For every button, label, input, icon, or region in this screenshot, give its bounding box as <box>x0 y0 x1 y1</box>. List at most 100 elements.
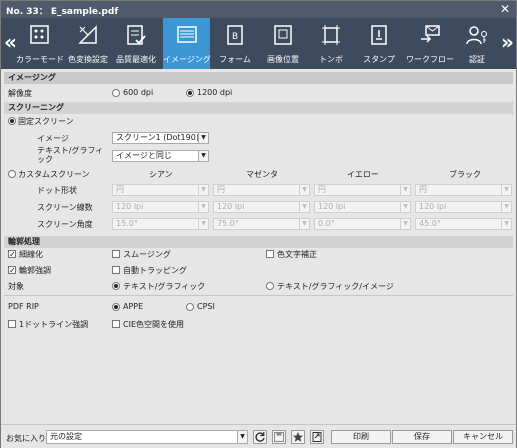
cie-checkbox[interactable] <box>112 320 120 328</box>
select-value: 円 <box>217 185 225 194</box>
save-favorite-button[interactable] <box>272 430 286 444</box>
favorites-value: 元の設定 <box>50 432 82 441</box>
angle-magenta-select[interactable]: 75.0° ▼ <box>213 218 310 230</box>
tab-image-position[interactable]: 画像位置 <box>259 18 307 69</box>
add-favorite-button[interactable] <box>291 430 305 444</box>
crop-marks-icon <box>322 25 340 45</box>
floppy-disk-icon <box>274 432 284 442</box>
one-dot-line-checkbox[interactable] <box>8 320 16 328</box>
refresh-button[interactable] <box>253 430 267 444</box>
fixed-screen-label: 固定スクリーン <box>18 117 74 126</box>
tab-form[interactable]: B フォーム <box>211 18 259 69</box>
chevron-down-icon: ▼ <box>501 185 511 195</box>
column-magenta: マゼンタ <box>246 170 278 179</box>
resolution-1200-radio[interactable] <box>186 89 194 97</box>
appe-label: APPE <box>123 302 144 311</box>
dot-shape-black-select[interactable]: 円 ▼ <box>415 184 512 196</box>
export-favorite-button[interactable] <box>310 430 324 444</box>
edge-header: 輪郭処理 <box>4 236 513 248</box>
workflow-icon <box>421 25 440 43</box>
print-button[interactable]: 印刷 <box>331 430 391 444</box>
angle-black-select[interactable]: 45.0° ▼ <box>415 218 512 230</box>
chevron-down-icon: ▼ <box>198 202 208 212</box>
cancel-button[interactable]: キャンセル <box>453 430 513 444</box>
select-value: 円 <box>419 185 427 194</box>
tab-stamp[interactable]: スタンプ <box>355 18 403 69</box>
lines-cyan-select[interactable]: 120 lpi ▼ <box>112 201 209 213</box>
edge-enhance-checkbox[interactable]: ✓ <box>8 266 16 275</box>
select-value: 120 lpi <box>116 202 144 211</box>
star-icon <box>293 432 303 442</box>
tab-workflow[interactable]: ワークフロー <box>403 18 457 69</box>
footer-bar: お気に入り 元の設定 ▼ 印刷 保存 キャンセル <box>1 424 516 448</box>
select-value: 45.0° <box>419 219 441 228</box>
select-value: 120 lpi <box>217 202 245 211</box>
palette-icon <box>30 25 49 44</box>
dot-shape-magenta-select[interactable]: 円 ▼ <box>213 184 310 196</box>
dot-shape-yellow-select[interactable]: 円 ▼ <box>314 184 411 196</box>
lines-magenta-select[interactable]: 120 lpi ▼ <box>213 201 310 213</box>
lines-yellow-select[interactable]: 120 lpi ▼ <box>314 201 411 213</box>
chevron-down-icon: ▼ <box>299 202 309 212</box>
tab-label: 画像位置 <box>267 55 299 64</box>
image-screen-select[interactable]: スクリーン1 (Dot190) ▼ <box>112 132 209 144</box>
tab-label: 認証 <box>469 55 485 64</box>
chevron-down-icon: ▼ <box>299 219 309 229</box>
target-all-radio[interactable] <box>266 282 274 290</box>
select-value: 0.0° <box>318 219 335 228</box>
chevron-down-icon: ▼ <box>501 202 511 212</box>
text-graphic-select[interactable]: イメージと同じ ▼ <box>112 150 209 162</box>
export-icon <box>312 432 322 442</box>
screening-header: スクリーニング <box>4 102 513 114</box>
auto-trapping-checkbox[interactable] <box>112 266 120 274</box>
checklist-icon <box>127 25 146 45</box>
imaging-header: イメージング <box>4 72 513 84</box>
tab-label: フォーム <box>219 55 251 64</box>
tab-label: ワークフロー <box>406 55 454 64</box>
tab-color-conversion[interactable]: 色変換設定 <box>64 18 112 69</box>
fixed-screen-radio[interactable] <box>8 117 16 125</box>
cpsi-radio[interactable] <box>186 303 194 311</box>
resolution-600-radio[interactable] <box>112 89 120 97</box>
save-button[interactable]: 保存 <box>392 430 452 444</box>
scroll-left-icon[interactable]: « <box>4 30 17 54</box>
close-icon[interactable]: ✕ <box>500 2 510 16</box>
chevron-down-icon: ▼ <box>400 202 410 212</box>
tab-auth[interactable]: 認証 <box>453 18 501 69</box>
column-yellow: イエロー <box>347 170 379 179</box>
custom-screen-radio[interactable] <box>8 170 16 178</box>
color-text-label: 色文字補正 <box>277 250 317 259</box>
chevron-down-icon: ▼ <box>198 151 208 161</box>
angle-cyan-select[interactable]: 15.0° ▼ <box>112 218 209 230</box>
favorites-select[interactable]: 元の設定 ▼ <box>46 430 248 444</box>
lines-black-select[interactable]: 120 lpi ▼ <box>415 201 512 213</box>
chevron-down-icon: ▼ <box>237 431 247 443</box>
color-wheel-icon <box>78 25 97 44</box>
angle-yellow-select[interactable]: 0.0° ▼ <box>314 218 411 230</box>
screen-angle-label: スクリーン角度 <box>37 220 93 229</box>
target-text-graphic-radio[interactable] <box>112 282 120 290</box>
auto-trapping-label: 自動トラッピング <box>123 266 187 275</box>
image-screen-value: スクリーン1 (Dot190) <box>116 133 199 142</box>
tab-color-mode[interactable]: カラーモード <box>16 18 64 69</box>
thinning-checkbox[interactable]: ✓ <box>8 250 16 259</box>
smoothing-checkbox[interactable] <box>112 250 120 258</box>
chevron-down-icon: ▼ <box>400 219 410 229</box>
appe-radio[interactable] <box>112 303 120 311</box>
dot-shape-label: ドット形状 <box>37 186 77 195</box>
select-value: 75.0° <box>217 219 239 228</box>
select-value: 120 lpi <box>318 202 346 211</box>
resolution-600-label: 600 dpi <box>123 88 154 97</box>
color-text-checkbox[interactable] <box>266 250 274 258</box>
tab-label: 色変換設定 <box>68 55 108 64</box>
resolution-1200-label: 1200 dpi <box>197 88 233 97</box>
tab-quality[interactable]: 品質最適化 <box>112 18 160 69</box>
favorites-label: お気に入り <box>6 434 46 443</box>
tab-crop-marks[interactable]: トンボ <box>307 18 355 69</box>
text-graphic-value: イメージと同じ <box>116 151 172 160</box>
cie-label: CIE色空間を使用 <box>123 320 184 329</box>
stamp-icon <box>371 25 387 45</box>
dot-shape-cyan-select[interactable]: 円 ▼ <box>112 184 209 196</box>
scroll-right-icon[interactable]: » <box>501 30 514 54</box>
tab-imaging[interactable]: イメージング <box>163 18 211 69</box>
